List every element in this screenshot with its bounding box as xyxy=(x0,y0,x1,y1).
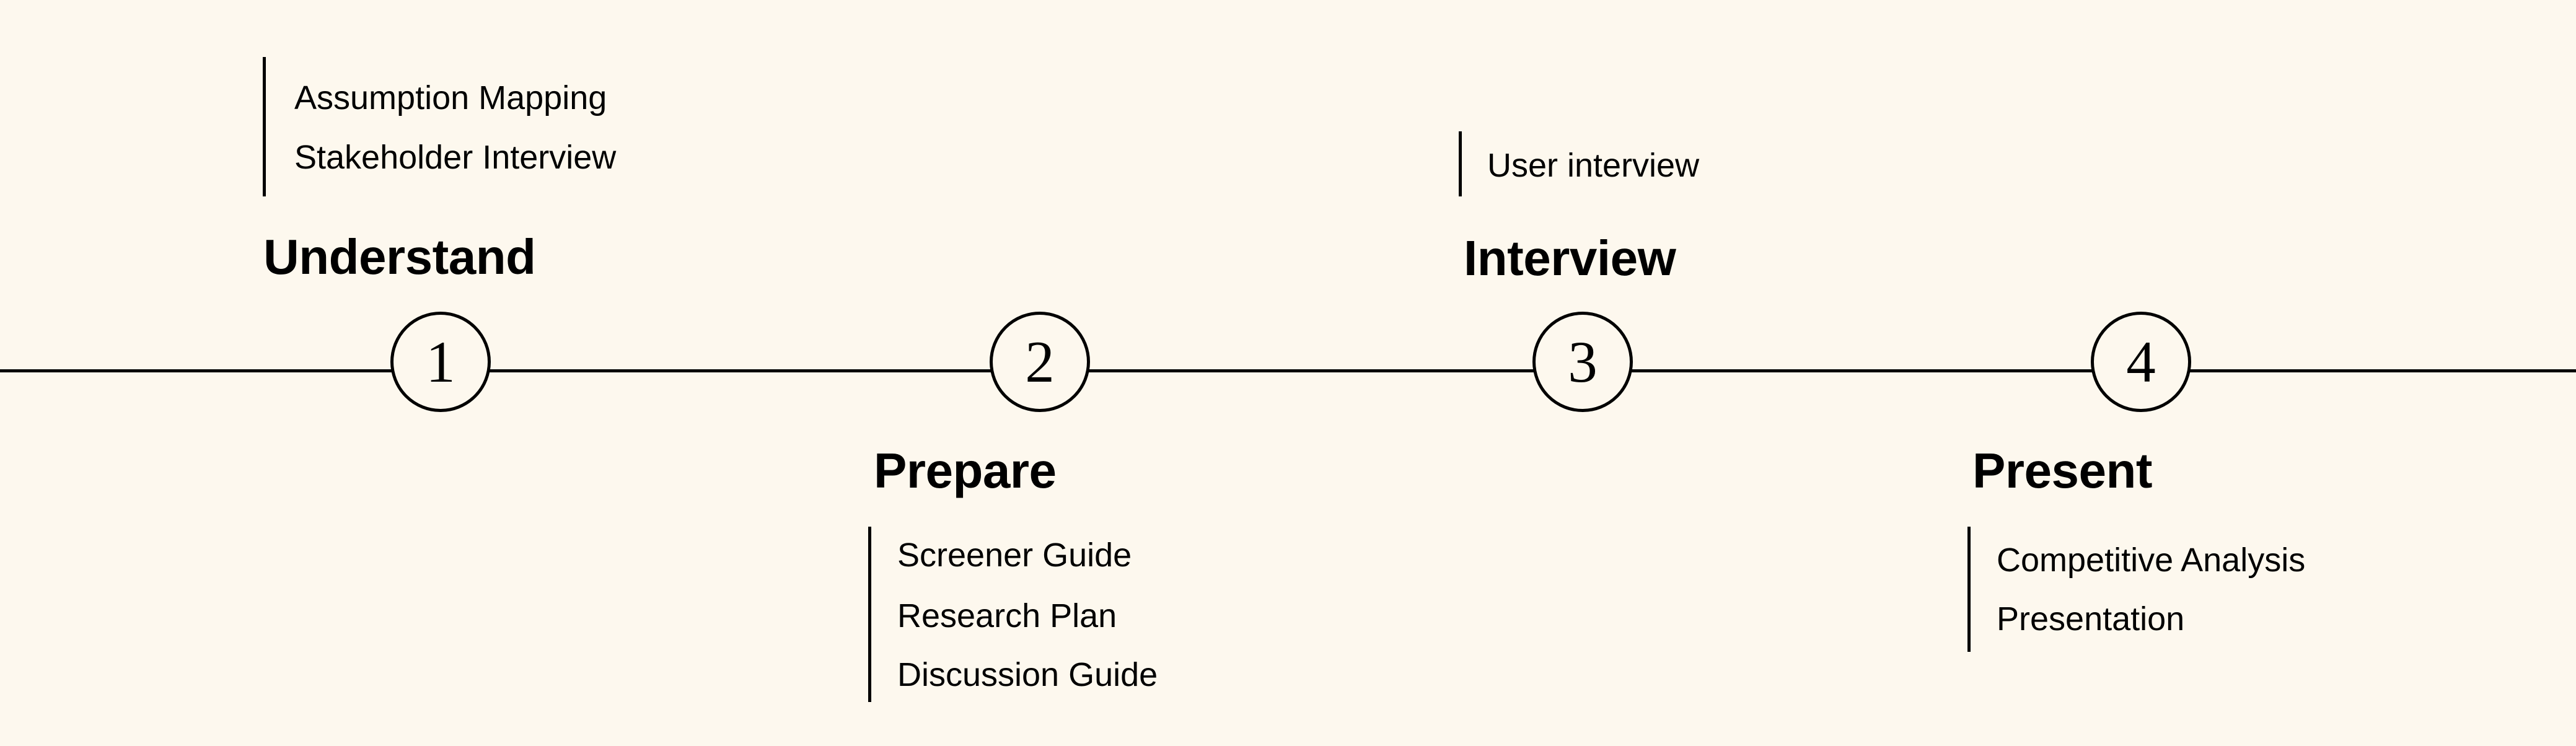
step-3-number: 3 xyxy=(1568,329,1598,395)
list-item: Discussion Guide xyxy=(897,656,1158,693)
list-item: Competitive Analysis xyxy=(1997,542,2306,579)
step-3-marker: 3 xyxy=(1532,312,1633,412)
interview-list-bar xyxy=(1459,131,1462,196)
step-4-number: 4 xyxy=(2126,329,2156,395)
present-list-bar xyxy=(1967,527,1971,652)
step-2-number: 2 xyxy=(1025,329,1055,395)
phase-heading-understand: Understand xyxy=(263,229,536,284)
list-item: Presentation xyxy=(1997,600,2185,638)
step-1-marker: 1 xyxy=(390,312,491,412)
list-item: Stakeholder Interview xyxy=(294,139,617,176)
step-2-marker: 2 xyxy=(990,312,1090,412)
phase-heading-interview: Interview xyxy=(1464,230,1676,286)
list-item: User interview xyxy=(1487,147,1700,184)
phase-heading-present: Present xyxy=(1972,443,2152,498)
step-4-marker: 4 xyxy=(2091,312,2191,412)
list-item: Assumption Mapping xyxy=(294,79,607,116)
list-item: Screener Guide xyxy=(897,537,1132,574)
phase-heading-prepare: Prepare xyxy=(874,443,1057,498)
list-item: Research Plan xyxy=(897,597,1117,634)
step-1-number: 1 xyxy=(426,329,455,395)
prepare-list-bar xyxy=(868,527,871,702)
understand-list-bar xyxy=(263,57,266,196)
